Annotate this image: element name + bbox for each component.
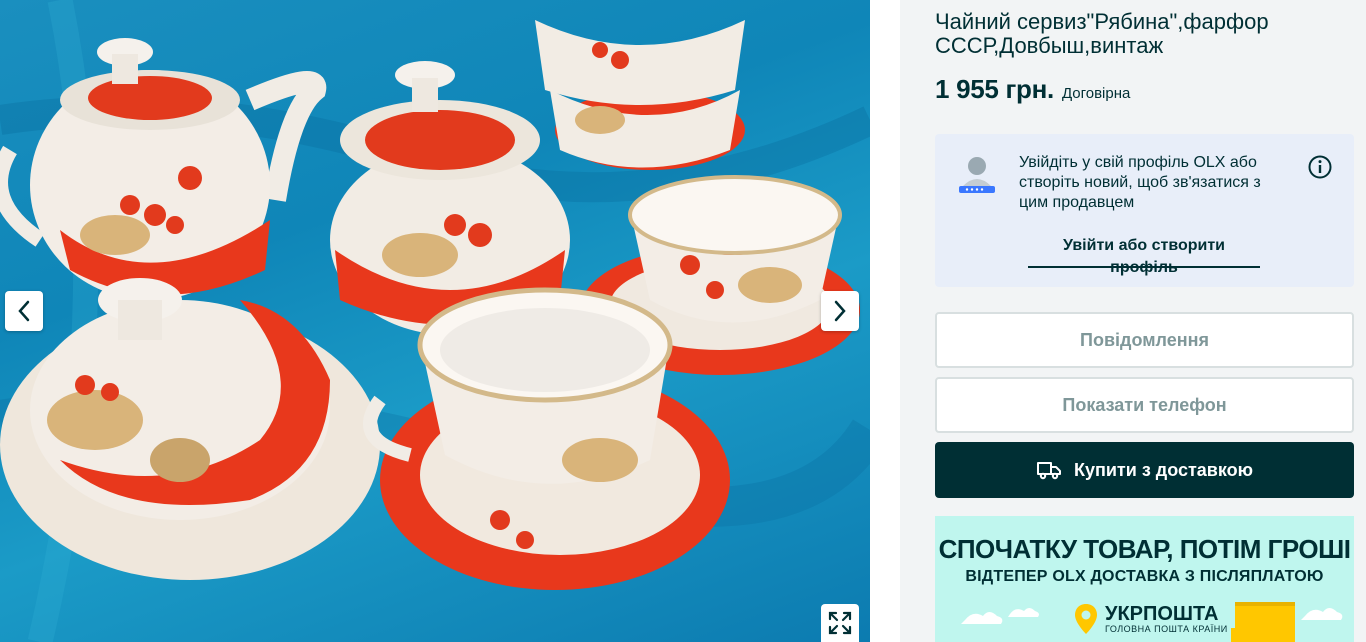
ukrposhta-text: УКРПОШТА ГОЛОВНА ПОШТА КРАЇНИ	[1105, 604, 1228, 634]
message-button[interactable]: Повідомлення	[935, 312, 1354, 368]
banner-headline: СПОЧАТКУ ТОВАР, ПОТІМ ГРОШІ	[938, 534, 1351, 564]
chevron-left-icon	[18, 300, 30, 322]
buy-with-delivery-button[interactable]: Купити з доставкою	[935, 442, 1354, 498]
login-link[interactable]: Увійти або створити профіль	[1028, 235, 1260, 276]
location-pin-icon	[1075, 604, 1097, 634]
negotiable-label: Договірна	[1061, 85, 1131, 102]
expand-icon	[828, 611, 852, 635]
info-icon[interactable]	[1307, 154, 1333, 180]
image-gallery[interactable]	[0, 0, 870, 642]
ukrposhta-name: УКРПОШТА	[1105, 603, 1219, 625]
ukrposhta-tagline: ГОЛОВНА ПОШТА КРАЇНИ	[1105, 624, 1228, 634]
chevron-right-icon	[834, 300, 846, 322]
login-prompt-card: Увійдіть у свій профіль OLX або створіть…	[935, 134, 1354, 287]
banner-subline: ВІДТЕПЕР OLX ДОСТАВКА З ПІСЛЯПЛАТОЮ	[965, 568, 1324, 585]
listing-title: Чайний сервиз"Рябина",фарфор СССР,Довбыш…	[935, 9, 1269, 58]
stacked-cups-shape	[535, 20, 745, 170]
buy-with-delivery-label: Купити з доставкою	[1074, 459, 1253, 480]
teapot-shape	[0, 38, 327, 300]
price-row: 1 955 грн. Договірна	[935, 74, 1130, 105]
delivery-truck-illustration	[1231, 602, 1295, 642]
ukrposhta-logo: УКРПОШТА ГОЛОВНА ПОШТА КРАЇНИ	[1073, 602, 1228, 636]
listing-price: 1 955 грн.	[935, 74, 1054, 104]
butter-dish-shape	[0, 278, 380, 580]
gallery-next-button[interactable]	[821, 291, 859, 331]
promo-banner[interactable]: СПОЧАТКУ ТОВАР, ПОТІМ ГРОШІ ВІДТЕПЕР OLX…	[935, 516, 1354, 642]
listing-photo	[0, 0, 870, 642]
show-phone-button[interactable]: Показати телефон	[935, 377, 1354, 433]
user-profile-icon	[959, 157, 995, 193]
login-prompt-text: Увійдіть у свій профіль OLX або створіть…	[1019, 154, 1261, 211]
delivery-truck-icon	[1037, 462, 1061, 480]
listing-sidebar: Чайний сервиз"Рябина",фарфор СССР,Довбыш…	[900, 0, 1366, 642]
gallery-fullscreen-button[interactable]	[821, 604, 859, 642]
gallery-prev-button[interactable]	[5, 291, 43, 331]
gallery-divider	[870, 0, 900, 642]
